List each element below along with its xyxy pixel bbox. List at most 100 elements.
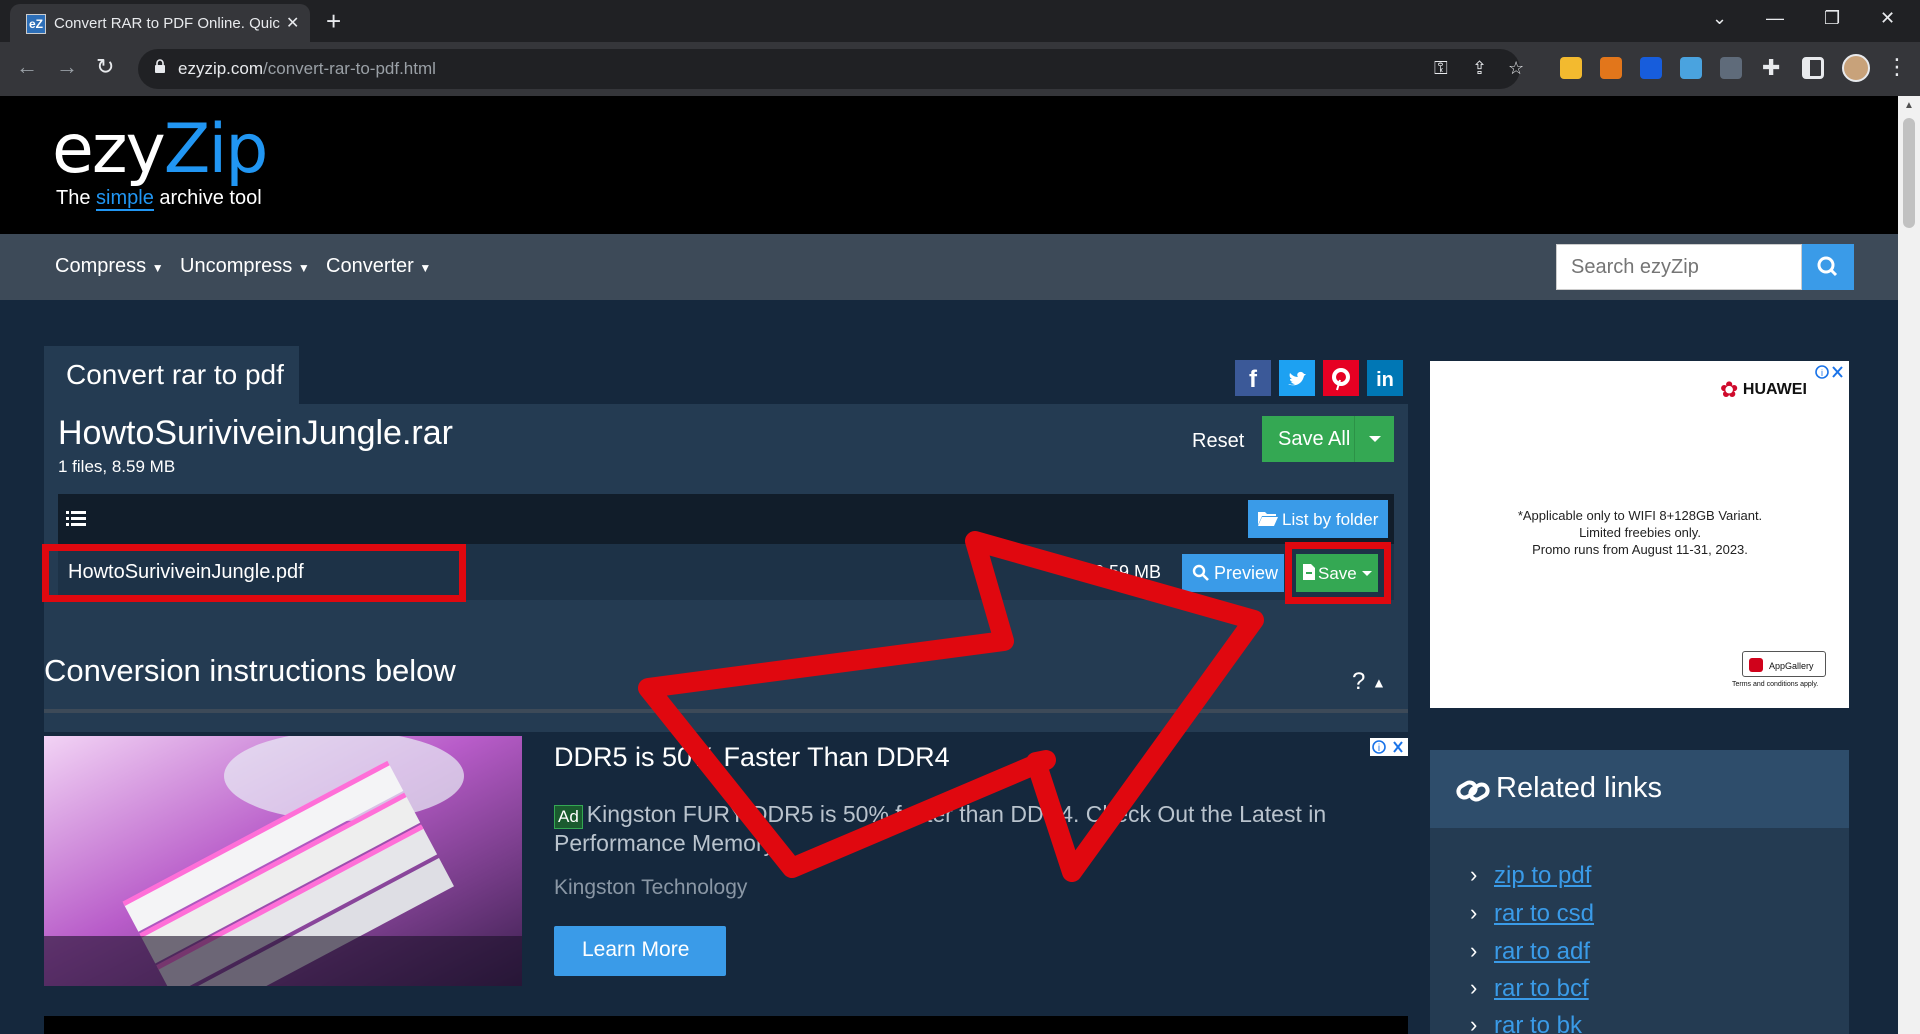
nav-uncompress[interactable]: Uncompress ▼ — [180, 255, 310, 278]
folder-open-icon — [1258, 512, 1278, 526]
related-link-rar-to-csd[interactable]: rar to csd — [1494, 900, 1594, 928]
facebook-icon: f — [1235, 360, 1271, 396]
search-input[interactable] — [1557, 245, 1801, 289]
new-tab-icon[interactable]: + — [326, 6, 341, 37]
extension-binance-icon[interactable] — [1560, 57, 1582, 79]
svg-text:in: in — [1376, 369, 1394, 391]
browser-tabstrip: eZ Convert RAR to PDF Online. Quic ✕ + ⌄… — [0, 0, 1920, 42]
preview-label: Preview — [1214, 563, 1279, 583]
ad-block[interactable]: DDR5 is 50% Faster Than DDR4 Ad Kingston … — [44, 736, 1408, 990]
archive-meta: 1 files, 8.59 MB — [58, 457, 176, 476]
ad-advertiser: Kingston Technology — [554, 876, 748, 899]
address-bar[interactable]: ezyzip.com/convert-rar-to-pdf.html ⚿ ⇪ ☆ — [138, 49, 1524, 89]
ram-product-image — [44, 736, 522, 986]
site-header: ezyZip The simple archive tool — [0, 96, 1898, 234]
converter-tab: Convert rar to pdf — [44, 346, 299, 406]
main-navbar: Compress ▼ Uncompress ▼ Converter ▼ — [0, 234, 1898, 300]
linkedin-share-button[interactable]: in — [1367, 360, 1403, 396]
appgallery-badge[interactable]: AppGallery — [1742, 651, 1826, 677]
bookmark-star-icon[interactable]: ☆ — [1508, 58, 1524, 79]
preview-button[interactable]: Preview — [1182, 554, 1284, 592]
browser-toolbar: ← → ↻ ezyzip.com/convert-rar-to-pdf.html… — [0, 42, 1920, 96]
converter-tab-label: Convert rar to pdf — [66, 359, 284, 390]
twitter-share-button[interactable] — [1279, 360, 1315, 396]
extension-download-icon[interactable] — [1720, 57, 1742, 79]
reload-icon[interactable]: ↻ — [96, 54, 114, 80]
related-link-zip-to-pdf[interactable]: zip to pdf — [1494, 862, 1591, 890]
ad-body: Ad Kingston FURY DDR5 is 50% faster than … — [554, 801, 1327, 856]
tab-close-icon[interactable]: ✕ — [286, 13, 299, 33]
adchoices-icon[interactable]: i — [1814, 364, 1846, 380]
related-link-rar-to-bk[interactable]: rar to bk — [1494, 1012, 1582, 1034]
window-close-icon[interactable]: ✕ — [1880, 8, 1895, 29]
twitter-icon — [1279, 360, 1315, 396]
bottom-section — [44, 1016, 1408, 1034]
share-icon[interactable]: ⇪ — [1472, 58, 1487, 79]
side-ad-terms: Terms and conditions apply. — [1732, 681, 1819, 688]
lock-icon — [155, 59, 165, 73]
scroll-up-icon[interactable]: ▲ — [1904, 100, 1914, 111]
tab-search-icon[interactable]: ⌄ — [1712, 8, 1727, 29]
instructions-toggle[interactable]: ? ▲ — [1352, 668, 1386, 696]
nav-converter[interactable]: Converter ▼ — [326, 255, 431, 278]
search-icon — [1817, 256, 1838, 277]
save-all-dropdown-icon[interactable] — [1354, 416, 1394, 462]
svg-text:i: i — [1821, 368, 1823, 378]
minimize-icon[interactable]: — — [1766, 8, 1784, 29]
pinterest-share-button[interactable] — [1323, 360, 1359, 396]
extensions-puzzle-icon[interactable]: ✚ — [1762, 55, 1780, 81]
key-icon[interactable]: ⚿ — [1434, 58, 1448, 79]
list-by-folder-label: List by folder — [1282, 510, 1379, 529]
annotation-box-save — [1285, 542, 1391, 604]
page-scrollbar[interactable]: ▲ — [1898, 96, 1920, 1034]
back-icon[interactable]: ← — [16, 54, 38, 80]
related-links-title: Related links — [1496, 772, 1663, 804]
forward-icon[interactable]: → — [56, 54, 78, 80]
side-ad-text: *Applicable only to WIFI 8+128GB Variant… — [1517, 508, 1763, 557]
instructions-title: Conversion instructions below — [44, 653, 456, 688]
save-all-button[interactable]: Save All — [1262, 416, 1394, 462]
chevron-right-icon: › — [1470, 975, 1478, 1000]
side-ad[interactable]: i ✿ HUAWEI *Applicable only to WIFI 8+12… — [1430, 361, 1849, 708]
ad-headline[interactable]: DDR5 is 50% Faster Than DDR4 — [554, 742, 950, 773]
annotation-box-filename — [42, 544, 466, 602]
search-button[interactable] — [1802, 244, 1854, 290]
scrollbar-thumb[interactable] — [1903, 118, 1915, 228]
svg-text:i: i — [1378, 743, 1380, 754]
site-logo[interactable]: ezyZip — [52, 110, 268, 189]
extension-bitwarden-icon[interactable] — [1640, 57, 1662, 79]
file-size: 8.59 MB — [1094, 562, 1162, 582]
nav-compress[interactable]: Compress ▼ — [55, 255, 164, 278]
file-list-header: List by folder — [58, 494, 1394, 544]
ad-badge: Ad — [554, 805, 583, 829]
tab-title: Convert RAR to PDF Online. Quic — [54, 15, 280, 32]
related-links-panel: Related links › zip to pdf › rar to csd … — [1430, 750, 1849, 1034]
profile-avatar[interactable] — [1842, 54, 1870, 82]
linkedin-icon: in — [1367, 360, 1403, 396]
menu-kebab-icon[interactable]: ⋮ — [1886, 54, 1908, 80]
chevron-right-icon: › — [1470, 938, 1478, 963]
huawei-logo: ✿ HUAWEI — [1720, 377, 1807, 402]
related-link-rar-to-bcf[interactable]: rar to bcf — [1494, 975, 1589, 1003]
chevron-right-icon: › — [1470, 862, 1478, 887]
appgallery-icon — [1749, 658, 1763, 672]
tab-favicon: eZ — [26, 14, 46, 34]
search-field[interactable] — [1556, 244, 1802, 290]
search-icon — [1192, 564, 1209, 581]
reset-button[interactable]: Reset — [1192, 430, 1244, 453]
list-by-folder-button[interactable]: List by folder — [1248, 500, 1388, 538]
side-panel-icon[interactable] — [1802, 57, 1824, 79]
related-link-rar-to-adf[interactable]: rar to adf — [1494, 938, 1590, 966]
related-links-header: Related links — [1430, 750, 1849, 828]
extension-translate-icon[interactable] — [1680, 57, 1702, 79]
facebook-share-button[interactable]: f — [1235, 360, 1271, 396]
ad-image[interactable] — [44, 736, 522, 986]
list-icon[interactable] — [66, 508, 86, 528]
link-icon — [1456, 780, 1490, 802]
browser-tab[interactable]: eZ Convert RAR to PDF Online. Quic ✕ — [10, 4, 310, 42]
site-tagline: The simple archive tool — [56, 187, 262, 211]
restore-icon[interactable]: ❐ — [1824, 8, 1840, 29]
extension-metamask-icon[interactable] — [1600, 57, 1622, 79]
learn-more-button[interactable]: Learn More — [554, 926, 726, 976]
adchoices-icon[interactable]: i — [1370, 738, 1408, 756]
